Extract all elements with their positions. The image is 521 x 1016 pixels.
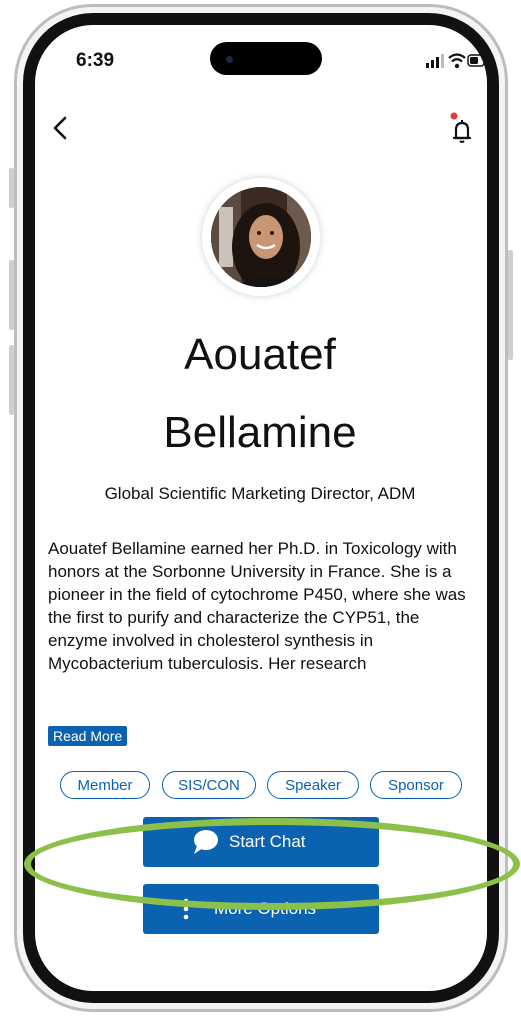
profile-name: Aouatef Bellamine [40,316,480,472]
wifi-icon [448,53,466,69]
read-more-button[interactable]: Read More [48,726,128,746]
chat-bubble-icon [194,830,218,854]
start-chat-button[interactable]: Start Chat [143,817,379,867]
more-options-button[interactable]: More Options [143,884,379,934]
profile-job-title: Global Scientific Marketing Director, AD… [104,484,416,503]
profile-avatar [202,178,320,296]
tag-list: Member SIS/CON Speaker Sponsor [60,771,470,801]
front-camera [226,56,233,63]
profile-name-last: Bellamine [163,408,357,457]
profile-bio: Aouatef Bellamine earned her Ph.D. in To… [48,539,466,673]
more-vertical-icon [183,898,189,920]
tag-sponsor[interactable]: Sponsor [370,771,462,799]
status-icons [426,53,485,69]
tag-sis-con[interactable]: SIS/CON [162,771,256,799]
tag-speaker[interactable]: Speaker [267,771,359,799]
side-button-power [508,250,513,360]
bell-icon[interactable] [445,112,479,146]
profile-name-first: Aouatef [184,330,336,379]
tag-member[interactable]: Member [60,771,150,799]
avatar-photo [211,187,311,287]
back-arrow-icon[interactable] [44,112,76,144]
side-button-volume-down [9,345,14,415]
start-chat-label: Start Chat [229,832,306,851]
side-button-volume-up [9,260,14,330]
more-options-label: More Options [214,899,317,918]
side-button-mute [9,168,14,208]
signal-icon [426,54,444,68]
battery-icon [467,54,485,67]
status-time: 6:39 [76,50,115,71]
notification-dot [450,112,458,120]
